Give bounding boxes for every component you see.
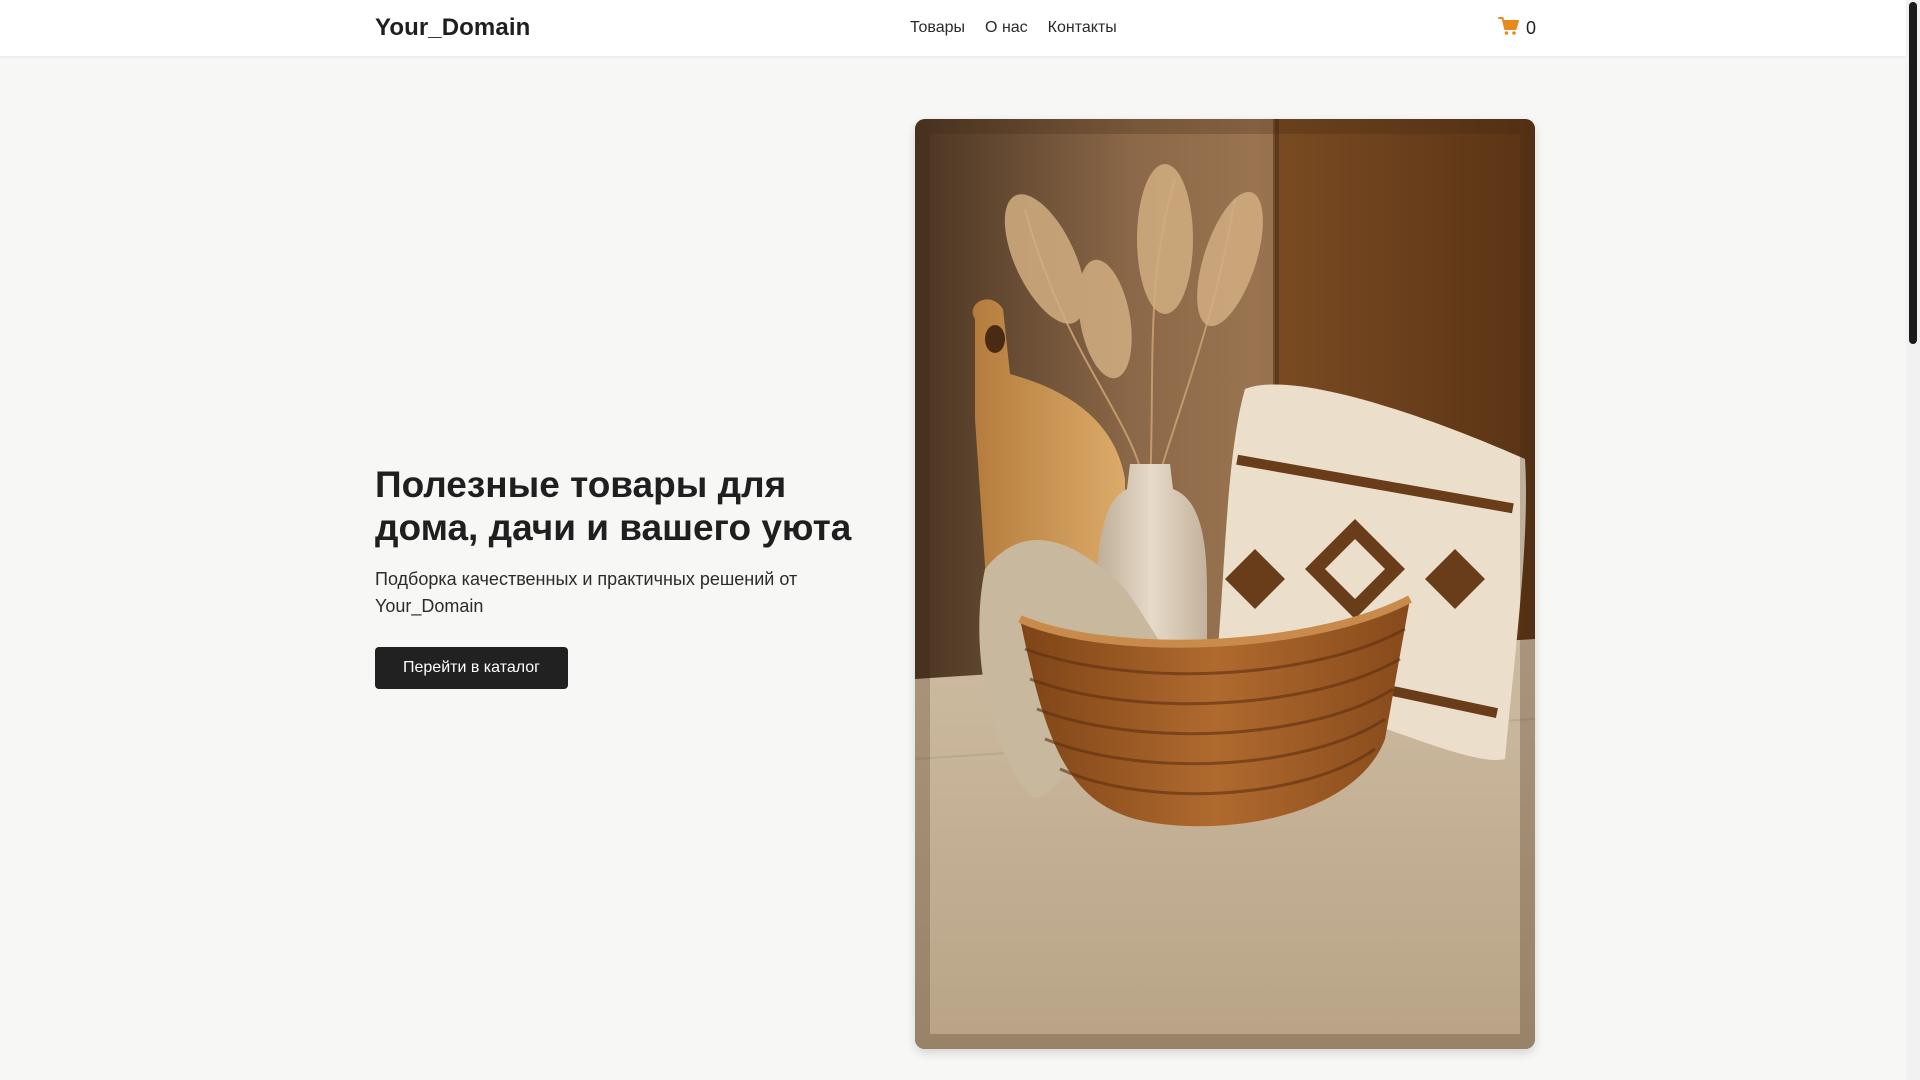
brand-logo[interactable]: Your_Domain — [375, 14, 530, 42]
catalog-button[interactable]: Перейти в каталог — [375, 647, 568, 689]
cart-button[interactable]: 0 — [1497, 16, 1536, 41]
hero-section: Полезные товары для дома, дачи и вашего … — [375, 463, 875, 689]
hero-product-image — [915, 119, 1535, 1049]
hero-subtitle: Подборка качественных и практичных решен… — [375, 569, 798, 616]
cart-count: 0 — [1525, 18, 1536, 38]
hero-title: Полезные товары для дома, дачи и вашего … — [375, 464, 852, 548]
nav-link-products[interactable]: Товары — [910, 19, 965, 37]
site-header: Your_Domain Товары О нас Контакты 0 — [0, 0, 1906, 57]
scrollbar-thumb[interactable] — [1909, 2, 1917, 344]
nav-link-contacts[interactable]: Контакты — [1048, 19, 1117, 37]
page: Your_Domain Товары О нас Контакты 0 Поле… — [0, 0, 1906, 1080]
main-nav: Товары О нас Контакты — [910, 19, 1117, 37]
page-scrollbar[interactable] — [1906, 0, 1920, 1080]
nav-link-about[interactable]: О нас — [985, 19, 1028, 37]
shopping-cart-icon — [1497, 16, 1520, 41]
